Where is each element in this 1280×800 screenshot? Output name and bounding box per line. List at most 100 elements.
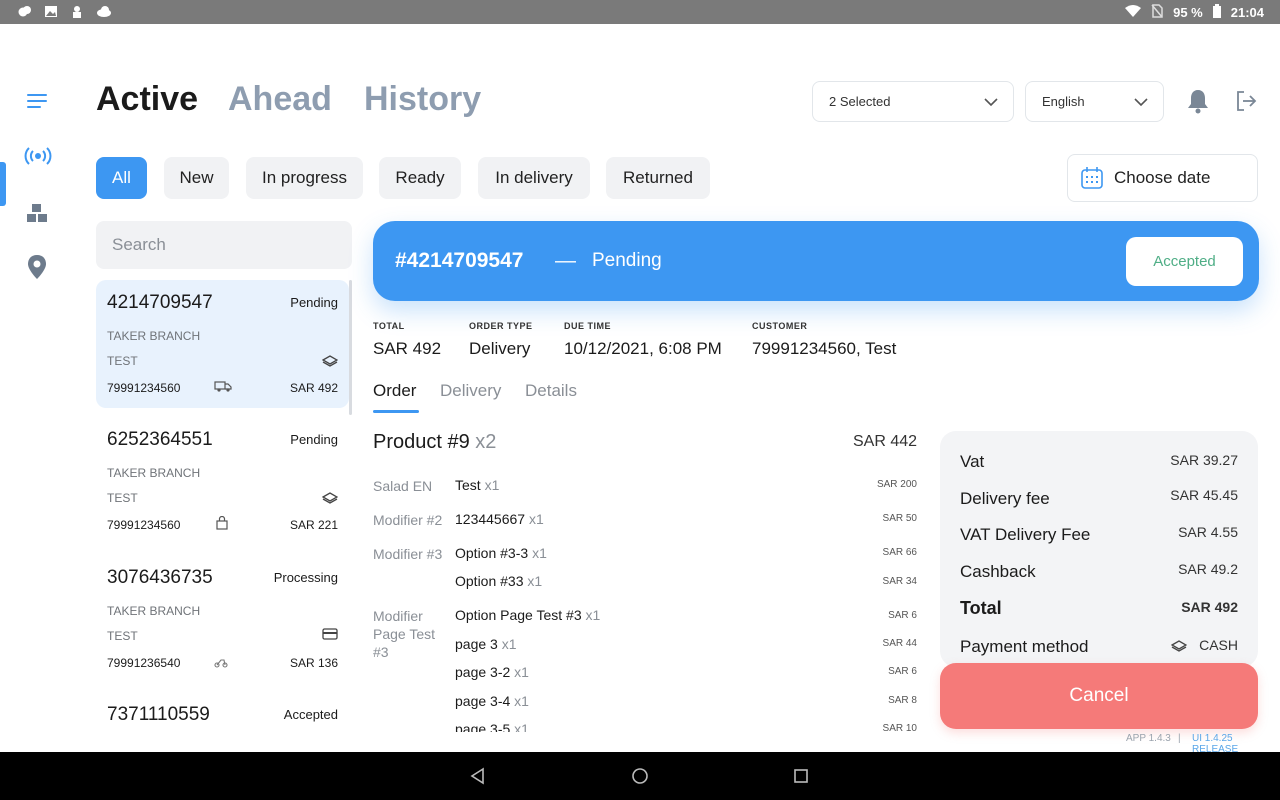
tab-delivery[interactable]: Delivery [440, 381, 501, 401]
filter-ready[interactable]: Ready [379, 157, 461, 199]
choose-date-button[interactable]: Choose date [1067, 154, 1258, 202]
version-separator: | [1178, 733, 1181, 744]
notifications-button[interactable] [1185, 88, 1211, 114]
sidebar-item-live-orders[interactable] [24, 143, 52, 169]
chevron-down-icon [984, 98, 998, 107]
payment-method-label: Payment method [960, 637, 1089, 656]
cancel-order-button[interactable]: Cancel [940, 663, 1258, 729]
order-number: 7371110559 [107, 704, 210, 725]
sidebar-item-products[interactable] [24, 200, 50, 226]
shopping-bag-icon [216, 516, 228, 530]
customer-label: CUSTOMER [752, 321, 808, 331]
filter-in-progress[interactable]: In progress [246, 157, 363, 199]
chevron-down-icon [1134, 98, 1148, 107]
vat-delivery-fee-label: VAT Delivery Fee [960, 525, 1091, 544]
modifier-price: SAR 66 [882, 547, 917, 558]
accept-order-button[interactable]: Accepted [1126, 237, 1243, 286]
back-icon[interactable] [468, 766, 488, 786]
branch-select-value: 2 Selected [829, 94, 891, 109]
order-amount: SAR 492 [289, 381, 338, 395]
menu-icon[interactable] [24, 88, 50, 114]
sidebar [0, 24, 72, 752]
modifier-item: 123445667 x1 [455, 511, 544, 527]
order-status-text: Pending [592, 250, 662, 271]
total-summary-value: SAR 492 [1181, 599, 1238, 615]
tab-active[interactable]: Active [96, 80, 198, 119]
filter-returned[interactable]: Returned [606, 157, 710, 199]
order-type-value: Delivery [469, 339, 531, 358]
image-icon [44, 5, 58, 18]
recents-icon[interactable] [791, 766, 811, 786]
product-name: Product #9 [373, 431, 470, 453]
search-input[interactable] [96, 221, 352, 269]
modifier-price: SAR 34 [882, 576, 917, 587]
vat-delivery-fee-value: SAR 4.55 [1178, 524, 1238, 540]
modifier-group-label: Modifier Page Test #3 [373, 608, 436, 660]
delivery-truck-icon [214, 381, 232, 392]
order-summary-panel: Vat SAR 39.27 Delivery fee SAR 45.45 VAT… [940, 431, 1258, 667]
tab-ahead[interactable]: Ahead [228, 80, 332, 119]
order-list-item[interactable]: 6252364551 Pending TAKER BRANCH TEST 799… [96, 417, 349, 545]
order-status: Processing [273, 570, 338, 585]
calendar-icon [1081, 167, 1103, 189]
battery-text: 95 % [1173, 5, 1203, 20]
tab-details[interactable]: Details [525, 381, 577, 401]
tab-history[interactable]: History [364, 80, 481, 119]
modifier-price: SAR 44 [882, 638, 917, 649]
order-customer: TEST [107, 491, 138, 505]
due-time-label: DUE TIME [564, 321, 612, 331]
broadcast-icon [24, 147, 52, 165]
order-status: Accepted [283, 707, 338, 722]
sidebar-item-locations[interactable] [24, 254, 50, 280]
filter-in-delivery[interactable]: In delivery [478, 157, 590, 199]
vat-value: SAR 39.27 [1170, 452, 1238, 468]
modifier-group-label: Salad EN [373, 478, 433, 494]
location-pin-icon [28, 255, 46, 279]
cash-icon [322, 492, 338, 504]
order-number: 6252364551 [107, 429, 213, 450]
app-version: APP 1.4.3 [1126, 733, 1171, 744]
order-phone: 79991234560 [107, 381, 181, 395]
order-branch: TAKER BRANCH [107, 604, 201, 618]
order-phone: 79991236540 [107, 656, 181, 670]
order-amount: SAR 221 [289, 518, 338, 532]
language-select[interactable]: English [1025, 81, 1164, 122]
order-type-label: ORDER TYPE [469, 321, 533, 331]
total-summary-label: Total [960, 598, 1002, 618]
cash-icon [322, 355, 338, 367]
modifier-group-label: Modifier #2 [373, 512, 443, 528]
order-status: Pending [290, 432, 338, 447]
total-label: TOTAL [373, 321, 405, 331]
filter-new[interactable]: New [164, 157, 229, 199]
order-list-item[interactable]: 3076436735 Processing TAKER BRANCH TEST … [96, 555, 349, 683]
order-amount: SAR 136 [289, 656, 338, 670]
modifier-item: page 3-2 x1 [455, 664, 529, 680]
order-list-scrollbar[interactable] [349, 280, 352, 415]
sidebar-active-indicator [0, 162, 6, 206]
logout-icon [1237, 91, 1257, 111]
branch-select[interactable]: 2 Selected [812, 81, 1014, 122]
modifier-item: page 3-5 x1 [455, 721, 529, 732]
order-header-banner: #4214709547 — Pending Accepted [373, 221, 1259, 301]
product-title: Product #9 x2 [373, 431, 496, 454]
modifier-price: SAR 6 [888, 610, 917, 621]
modifier-group-label: Modifier #3 [373, 546, 443, 562]
home-icon[interactable] [630, 766, 650, 786]
modifier-price: SAR 6 [888, 666, 917, 677]
modifier-item: Option Page Test #3 x1 [455, 607, 601, 623]
logout-button[interactable] [1233, 88, 1259, 114]
modifier-item: page 3-4 x1 [455, 693, 529, 709]
tab-order[interactable]: Order [373, 381, 416, 401]
delivery-fee-value: SAR 45.45 [1170, 487, 1238, 503]
modifier-price: SAR 200 [876, 479, 917, 490]
filter-all[interactable]: All [96, 157, 147, 199]
modifier-item: Option #3-3 x1 [455, 545, 547, 561]
order-list-item[interactable]: 4214709547 Pending TAKER BRANCH TEST 799… [96, 280, 349, 408]
order-id: #4214709547 [395, 249, 524, 272]
cloud-icon [96, 5, 111, 18]
product-qty: x2 [475, 431, 497, 453]
order-list-item[interactable]: 7371110559 Accepted [96, 692, 349, 740]
payment-method-value: CASH [1171, 637, 1238, 653]
due-time-value: 10/12/2021, 6:08 PM [564, 339, 722, 358]
battery-icon [1212, 4, 1221, 21]
